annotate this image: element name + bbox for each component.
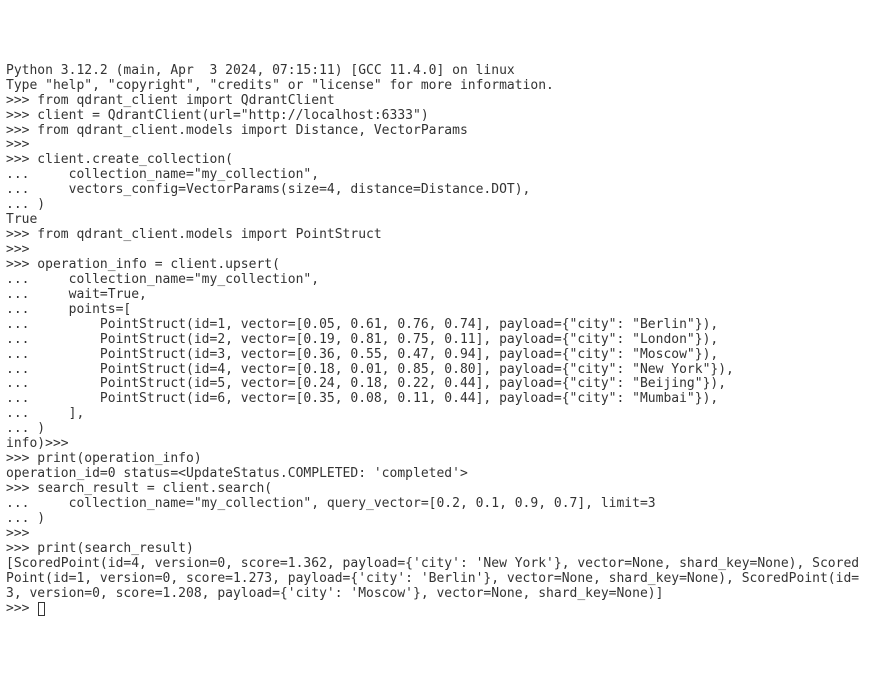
terminal-line: >>> xyxy=(6,243,887,258)
terminal-line: ... collection_name="my_collection", que… xyxy=(6,497,887,512)
terminal-line: >>> operation_info = client.upsert( xyxy=(6,258,887,273)
terminal-line: ... PointStruct(id=5, vector=[0.24, 0.18… xyxy=(6,377,887,392)
terminal-line: ... points=[ xyxy=(6,303,887,318)
terminal-line: ... ) xyxy=(6,422,887,437)
terminal-line: ... ) xyxy=(6,198,887,213)
terminal-line: Type "help", "copyright", "credits" or "… xyxy=(6,79,887,94)
terminal-line: ... wait=True, xyxy=(6,288,887,303)
terminal-line: ... vectors_config=VectorParams(size=4, … xyxy=(6,183,887,198)
terminal-line: >>> print(search_result) xyxy=(6,542,887,557)
terminal-line: >>> xyxy=(6,527,887,542)
terminal-line: True xyxy=(6,213,887,228)
terminal-line: ... PointStruct(id=2, vector=[0.19, 0.81… xyxy=(6,333,887,348)
terminal-output[interactable]: Python 3.12.2 (main, Apr 3 2024, 07:15:1… xyxy=(6,64,887,617)
terminal-line: >>> client.create_collection( xyxy=(6,153,887,168)
terminal-line: >>> xyxy=(6,138,887,153)
terminal-line: ... collection_name="my_collection", xyxy=(6,168,887,183)
terminal-line: Python 3.12.2 (main, Apr 3 2024, 07:15:1… xyxy=(6,64,887,79)
terminal-line: ... PointStruct(id=1, vector=[0.05, 0.61… xyxy=(6,318,887,333)
terminal-line: ... PointStruct(id=6, vector=[0.35, 0.08… xyxy=(6,392,887,407)
terminal-line: ... ], xyxy=(6,407,887,422)
terminal-line: ... PointStruct(id=4, vector=[0.18, 0.01… xyxy=(6,363,887,378)
terminal-line: ... collection_name="my_collection", xyxy=(6,273,887,288)
terminal-line: >>> from qdrant_client import QdrantClie… xyxy=(6,94,887,109)
terminal-line: info)>>> xyxy=(6,437,887,452)
terminal-line: [ScoredPoint(id=4, version=0, score=1.36… xyxy=(6,557,887,572)
terminal-line: >>> client = QdrantClient(url="http://lo… xyxy=(6,109,887,124)
terminal-line: ... ) xyxy=(6,512,887,527)
terminal-line: >>> search_result = client.search( xyxy=(6,482,887,497)
terminal-line: >>> from qdrant_client.models import Dis… xyxy=(6,124,887,139)
terminal-line: Point(id=1, version=0, score=1.273, payl… xyxy=(6,572,887,587)
terminal-line: >>> xyxy=(6,602,887,617)
terminal-line: >>> print(operation_info) xyxy=(6,452,887,467)
terminal-line: 3, version=0, score=1.208, payload={'cit… xyxy=(6,587,887,602)
cursor xyxy=(38,602,45,616)
terminal-line: >>> from qdrant_client.models import Poi… xyxy=(6,228,887,243)
terminal-line: ... PointStruct(id=3, vector=[0.36, 0.55… xyxy=(6,348,887,363)
terminal-line: operation_id=0 status=<UpdateStatus.COMP… xyxy=(6,467,887,482)
